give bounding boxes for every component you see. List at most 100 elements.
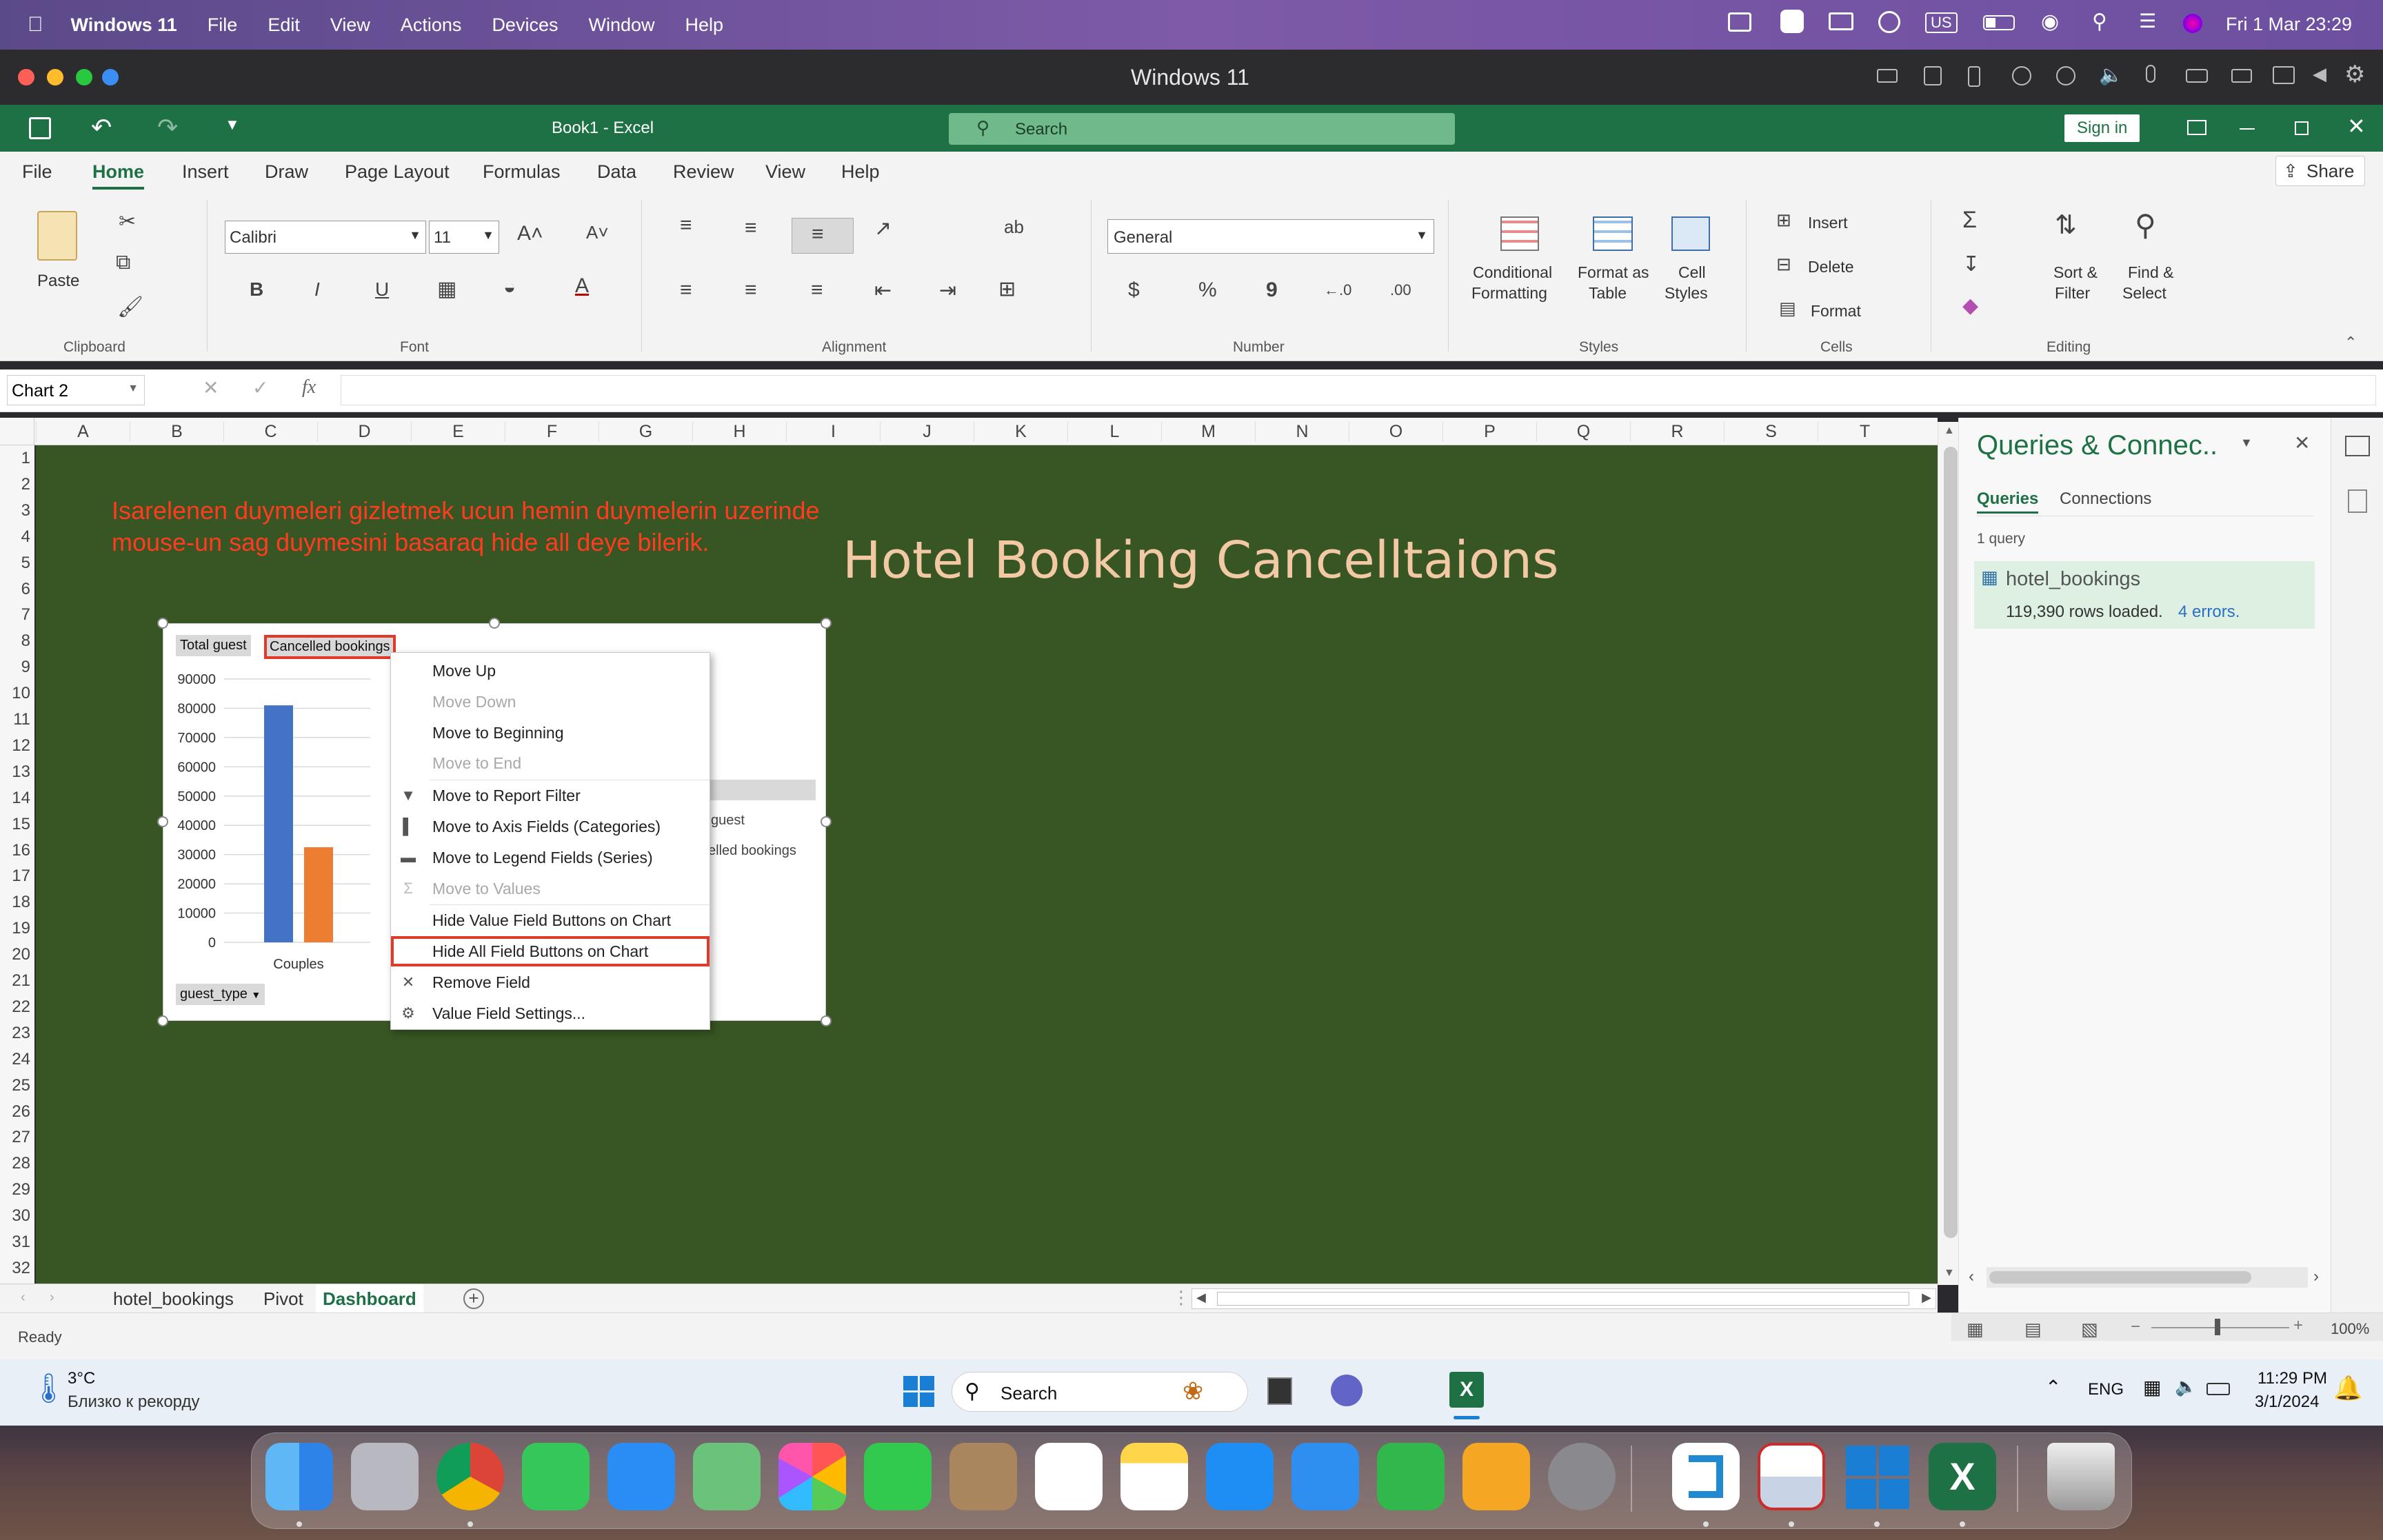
menu-item-remove-field[interactable]: ✕ Remove Field xyxy=(391,967,710,997)
mac-clock[interactable]: Fri 1 Mar 23:29 xyxy=(2226,14,2352,35)
facetime-icon[interactable] xyxy=(864,1443,932,1510)
row-header[interactable]: 17 xyxy=(0,863,30,889)
add-sheet-button[interactable]: + xyxy=(463,1288,484,1309)
keyboard-icon[interactable] xyxy=(1877,69,1898,83)
siri-icon[interactable] xyxy=(2183,14,2202,33)
increase-decimal-icon[interactable]: ←.0 xyxy=(1324,281,1351,299)
delete-cells-icon[interactable]: ⊟ xyxy=(1776,254,1791,275)
resize-handle-t[interactable] xyxy=(489,618,500,629)
row-header[interactable]: 32 xyxy=(0,1255,30,1281)
font-color-icon[interactable]: A xyxy=(575,274,589,298)
formula-input[interactable] xyxy=(341,375,2376,405)
microphone-icon[interactable] xyxy=(2146,65,2155,83)
tab-insert[interactable]: Insert xyxy=(182,161,229,183)
cell-styles-label-2[interactable]: Styles xyxy=(1665,284,1708,303)
mac-menu-edit[interactable]: Edit xyxy=(268,14,300,36)
zoom-in-icon[interactable]: + xyxy=(2293,1316,2303,1335)
sort-filter-label-2[interactable]: Filter xyxy=(2055,284,2090,303)
scroll-left-icon[interactable]: ‹ xyxy=(1969,1267,1974,1286)
row-header[interactable]: 1 xyxy=(0,445,30,472)
taskbar-date[interactable]: 3/1/2024 xyxy=(2255,1392,2319,1412)
zoom-out-icon[interactable]: − xyxy=(2131,1317,2140,1337)
volume-icon[interactable]: 🔈 xyxy=(2175,1376,2197,1397)
increase-indent-icon[interactable]: ⇥ xyxy=(939,278,956,303)
row-header[interactable]: 27 xyxy=(0,1124,30,1151)
trash-icon[interactable] xyxy=(2047,1443,2115,1510)
finder-icon[interactable] xyxy=(265,1443,333,1510)
queries-pane-icon[interactable] xyxy=(2345,436,2370,456)
vm-settings-icon[interactable]: ⚙ xyxy=(2344,61,2365,88)
column-header[interactable]: N xyxy=(1255,422,1349,442)
column-header[interactable]: L xyxy=(1067,422,1161,442)
row-header[interactable]: 9 xyxy=(0,654,30,680)
row-header[interactable]: 31 xyxy=(0,1229,30,1255)
pages-icon[interactable] xyxy=(1462,1443,1530,1510)
menu-item-hide-value-field-buttons-on-chart[interactable]: Hide Value Field Buttons on Chart xyxy=(391,905,710,935)
tab-view[interactable]: View xyxy=(765,161,805,183)
taskbar-search[interactable]: ⚲ Search ❀ xyxy=(952,1372,1248,1412)
row-header[interactable]: 18 xyxy=(0,889,30,915)
select-all-corner[interactable] xyxy=(0,418,34,445)
sheet-tab-hotel-bookings[interactable]: hotel_bookings xyxy=(113,1288,234,1310)
column-header[interactable]: B xyxy=(130,422,223,442)
bold-icon[interactable]: B xyxy=(250,278,263,301)
cell-styles-label-1[interactable]: Cell xyxy=(1678,263,1706,282)
battery-icon[interactable] xyxy=(2206,1383,2230,1395)
scroll-right-icon[interactable]: › xyxy=(2313,1267,2319,1286)
taskbar-time[interactable]: 11:29 PM xyxy=(2258,1369,2327,1388)
mac-menu-window[interactable]: Window xyxy=(588,14,654,36)
mail-icon[interactable] xyxy=(607,1443,675,1510)
find-select-icon[interactable]: ⚲ xyxy=(2135,208,2156,242)
normal-view-icon[interactable]: ▦ xyxy=(1967,1319,1984,1340)
column-header[interactable]: P xyxy=(1442,422,1536,442)
pane-close-icon[interactable]: ✕ xyxy=(2294,432,2310,454)
reminders-icon[interactable] xyxy=(1035,1443,1103,1510)
merge-center-icon[interactable]: ⊞ xyxy=(998,277,1016,301)
zoom-slider-thumb[interactable] xyxy=(2215,1319,2220,1335)
row-header[interactable]: 19 xyxy=(0,915,30,942)
row-header[interactable]: 13 xyxy=(0,759,30,785)
sort-filter-label-1[interactable]: Sort & xyxy=(2053,263,2098,282)
mac-menu-help[interactable]: Help xyxy=(685,14,724,36)
input-language[interactable]: ENG xyxy=(2088,1380,2124,1399)
scroll-right-icon[interactable]: ▶ xyxy=(1922,1290,1931,1305)
legend-field-button[interactable] xyxy=(710,780,816,800)
column-header[interactable]: E xyxy=(411,422,505,442)
column-header[interactable]: T xyxy=(1818,422,1911,442)
column-header[interactable]: Q xyxy=(1536,422,1630,442)
row-header[interactable]: 5 xyxy=(0,550,30,576)
contacts-icon[interactable] xyxy=(949,1443,1017,1510)
minimize-icon[interactable] xyxy=(2240,128,2255,130)
comma-style-icon[interactable]: 9 xyxy=(1266,278,1278,302)
row-header[interactable]: 23 xyxy=(0,1020,30,1046)
scroll-up-icon[interactable]: ▲ xyxy=(1944,425,1955,437)
chrome-icon[interactable] xyxy=(436,1443,504,1510)
sheet-tab-dashboard[interactable]: Dashboard xyxy=(316,1284,423,1317)
menu-item-move-up[interactable]: Move Up xyxy=(391,656,710,686)
drive-icon[interactable] xyxy=(2186,69,2208,83)
row-header[interactable]: 4 xyxy=(0,524,30,550)
task-view-icon[interactable] xyxy=(1267,1377,1292,1405)
copy-icon[interactable]: ⧉ xyxy=(116,251,130,274)
row-header[interactable]: 2 xyxy=(0,472,30,498)
mac-app-name[interactable]: Windows 11 xyxy=(71,14,177,36)
align-top-icon[interactable]: ≡ xyxy=(680,214,692,237)
fx-icon[interactable]: fx xyxy=(302,376,316,398)
next-sheet-icon[interactable]: › xyxy=(50,1290,54,1306)
weather-temp[interactable]: 3°C xyxy=(68,1369,95,1388)
menu-item-move-to-legend-fields-series[interactable]: ▬ Move to Legend Fields (Series) xyxy=(391,842,710,873)
shared-folder-icon[interactable] xyxy=(2273,66,2295,84)
fill-color-icon[interactable]: ◒ xyxy=(503,276,516,299)
align-middle-icon[interactable]: ≡ xyxy=(745,216,757,240)
wifi-icon[interactable]: ◉ xyxy=(2041,10,2059,34)
collapse-ribbon-icon[interactable]: ⌃ xyxy=(2344,334,2357,352)
messages-icon[interactable] xyxy=(522,1443,590,1510)
parallels-icon[interactable] xyxy=(1780,10,1804,33)
restore-icon[interactable] xyxy=(2295,121,2309,135)
back-icon[interactable]: ◀ xyxy=(2313,63,2326,85)
close-icon[interactable]: ✕ xyxy=(2347,113,2366,139)
conditional-formatting-label-2[interactable]: Formatting xyxy=(1471,284,1547,303)
resize-handle-tl[interactable] xyxy=(157,618,168,629)
zoom-window-button[interactable] xyxy=(76,69,92,85)
speaker-icon[interactable]: 🔈 xyxy=(2099,63,2123,86)
